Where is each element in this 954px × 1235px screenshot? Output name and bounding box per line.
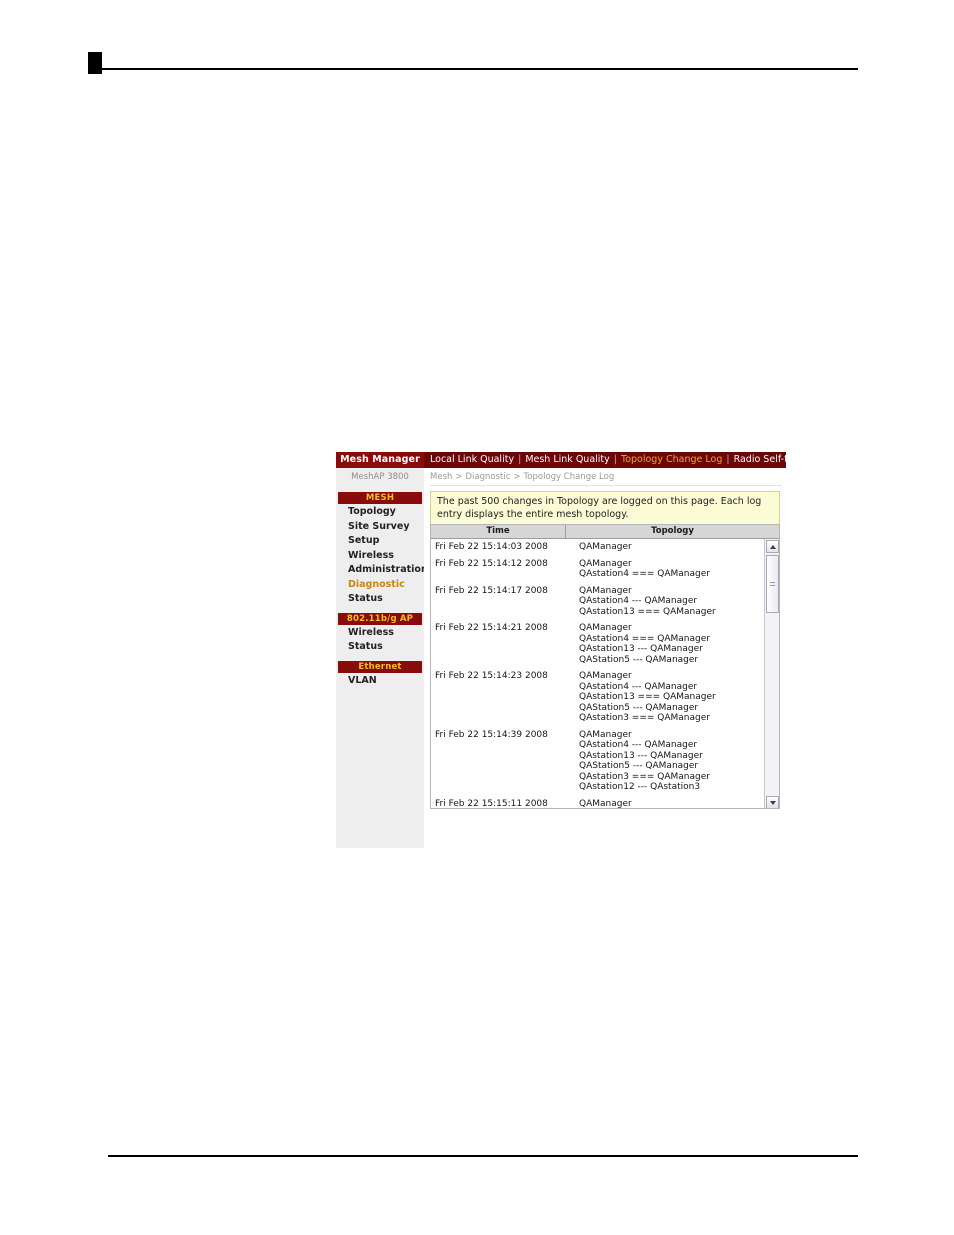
scroll-down-arrow-icon[interactable] [766, 796, 779, 808]
sidebar-item-site-survey[interactable]: Site Survey [336, 520, 424, 535]
top-nav: Local Link Quality | Mesh Link Quality |… [424, 452, 786, 468]
vertical-scrollbar[interactable] [764, 539, 779, 808]
breadcrumb-item-diagnostic[interactable]: Diagnostic [466, 472, 511, 482]
table-row: Fri Feb 22 15:14:17 2008 QAManager QAstat… [431, 583, 763, 621]
table-row: Fri Feb 22 15:14:23 2008 QAManager QAstat… [431, 668, 763, 727]
log-topology-cell: QAManager [579, 798, 632, 809]
scroll-down-glyph [770, 801, 776, 805]
table-body: Fri Feb 22 15:14:03 2008 QAManager Fri Feb… [431, 539, 779, 809]
sidebar-section-header: MESH [338, 492, 422, 504]
log-time-cell: Fri Feb 22 15:14:03 2008 [435, 542, 548, 552]
log-topology-cell: QAManager QAstation4 --- QAManager QAsta… [579, 729, 710, 793]
log-topology-cell: QAManager QAstation4 --- QAManager QAsta… [579, 671, 716, 723]
column-header-time: Time [431, 525, 566, 538]
top-nav-separator: | [515, 454, 525, 465]
top-nav-link-mesh-link-quality[interactable]: Mesh Link Quality [525, 454, 609, 465]
top-nav-separator: | [610, 454, 621, 465]
sidebar-item-vlan[interactable]: VLAN [336, 674, 424, 689]
page-footer-rule [108, 1155, 858, 1157]
breadcrumb-separator: > [513, 472, 521, 482]
log-time-cell: Fri Feb 22 15:14:23 2008 [435, 671, 548, 681]
column-header-topology: Topology [651, 526, 694, 536]
sidebar-item-setup[interactable]: Setup [336, 534, 424, 549]
sidebar-item-status[interactable]: Status [336, 640, 424, 655]
sidebar-item-topology[interactable]: Topology [336, 505, 424, 520]
log-time-cell: Fri Feb 22 15:14:17 2008 [435, 585, 548, 596]
sidebar-item-administration[interactable]: Administration [336, 563, 428, 578]
top-nav-link-local-link-quality[interactable]: Local Link Quality [430, 454, 514, 465]
scrollbar-grip-line [770, 582, 775, 583]
page-header-rule [102, 68, 858, 70]
breadcrumb-item-mesh[interactable]: Mesh [430, 472, 452, 482]
brand-title: Mesh Manager [336, 452, 424, 468]
top-nav-link-radio-self-test[interactable]: Radio Self-test [734, 454, 786, 465]
scroll-up-glyph [770, 545, 776, 549]
table-header-row: Time Topology [431, 525, 779, 539]
topology-log-panel: Time Topology Fri Feb 22 15:14:03 2008 QA… [430, 524, 780, 809]
log-time-cell: Fri Feb 22 15:14:12 2008 [435, 558, 548, 569]
table-row: Fri Feb 22 15:14:39 2008 QAManager QAstat… [431, 727, 763, 796]
sidebar-item-diagnostic[interactable]: Diagnostic [336, 578, 424, 593]
table-row: Fri Feb 22 15:14:21 2008 QAManager QAstat… [431, 620, 763, 668]
scroll-up-arrow-icon[interactable] [766, 540, 779, 553]
breadcrumb-item-topology-change-log[interactable]: Topology Change Log [524, 472, 615, 482]
content-pane: Local Link Quality | Mesh Link Quality |… [424, 452, 786, 848]
log-topology-cell: QAManager QAstation4 --- QAManager QAsta… [579, 585, 716, 617]
sidebar-item-wireless[interactable]: Wireless [336, 549, 424, 564]
log-time-cell: Fri Feb 22 15:14:21 2008 [435, 623, 548, 633]
mesh-manager-window: Mesh Manager MeshAP 3800 MESH Topology Sit… [336, 452, 786, 848]
device-model-label: MeshAP 3800 [336, 468, 424, 486]
log-topology-cell: QAManager [579, 542, 632, 552]
scrollbar-thumb[interactable] [766, 555, 779, 613]
sidebar-item-status[interactable]: Status [336, 592, 424, 607]
top-nav-link-topology-change-log[interactable]: Topology Change Log [621, 454, 722, 465]
table-row: Fri Feb 22 15:14:03 2008 QAManager [431, 539, 763, 556]
info-box: The past 500 changes in Topology are log… [430, 491, 780, 527]
log-time-cell: Fri Feb 22 15:14:39 2008 [435, 729, 548, 740]
scrollbar-grip-line [770, 585, 775, 586]
breadcrumb-separator: > [455, 472, 463, 482]
log-topology-cell: QAManager QAstation4 === QAManager [579, 558, 710, 580]
sidebar: Mesh Manager MeshAP 3800 MESH Topology Sit… [336, 452, 428, 848]
table-row: Fri Feb 22 15:14:12 2008 QAManager QAstat… [431, 556, 763, 583]
sidebar-sections: MESH Topology Site Survey Setup Wireless Admi… [336, 492, 428, 689]
breadcrumb: Mesh > Diagnostic > Topology Change Log [430, 472, 782, 486]
sidebar-section-header: Ethernet [338, 660, 422, 673]
sidebar-section-header: 802.11b/g AP [338, 612, 422, 625]
log-topology-cell: QAManager QAstation4 === QAManager QAsta… [579, 623, 710, 665]
top-nav-separator: | [723, 454, 733, 465]
table-row: Fri Feb 22 15:15:11 2008 QAManager [431, 796, 763, 809]
page-header-mark [88, 52, 102, 74]
sidebar-item-wireless[interactable]: Wireless [336, 626, 424, 641]
log-time-cell: Fri Feb 22 15:15:11 2008 [435, 798, 548, 809]
table-rows: Fri Feb 22 15:14:03 2008 QAManager Fri Feb… [431, 539, 763, 809]
